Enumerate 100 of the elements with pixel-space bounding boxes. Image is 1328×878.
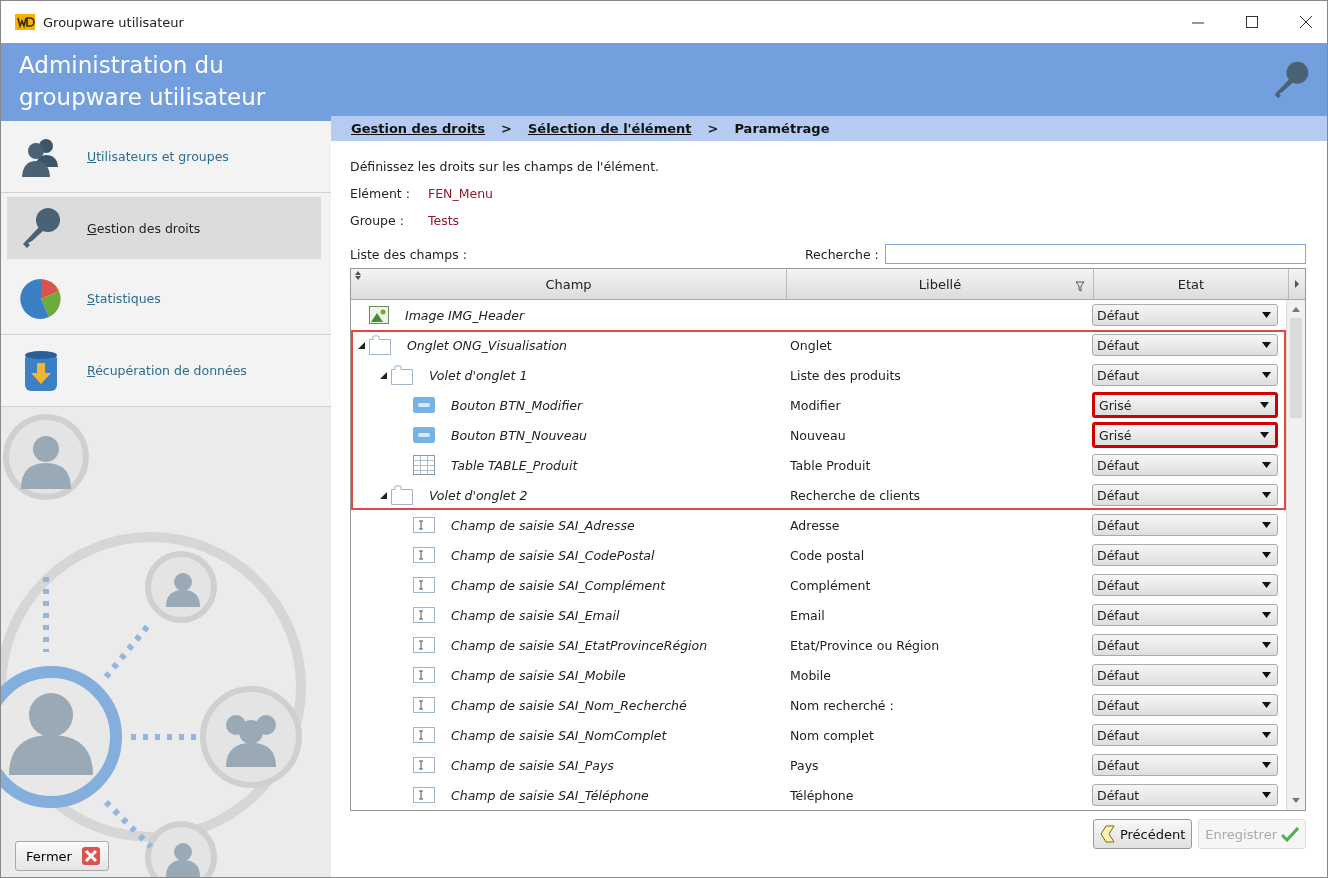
text-field-icon: [413, 637, 435, 653]
column-header[interactable]: Champ: [351, 269, 787, 299]
state-dropdown[interactable]: Défaut: [1092, 484, 1278, 506]
field-caption: Nouveau: [790, 427, 846, 443]
field-name: Bouton BTN_Nouveau: [451, 427, 587, 443]
checkmark-icon: [1281, 826, 1299, 842]
field-name: Champ de saisie SAI_Email: [451, 607, 620, 623]
caret-icon: [1262, 762, 1271, 768]
state-dropdown[interactable]: Défaut: [1092, 454, 1278, 476]
breadcrumb-link[interactable]: Gestion des droits: [351, 121, 486, 136]
text-field-icon: [413, 577, 435, 593]
field-name: Champ de saisie SAI_EtatProvinceRégion: [451, 637, 708, 653]
field-caption: Onglet: [790, 337, 832, 353]
expand-toggle-icon[interactable]: [357, 340, 366, 350]
field-caption: Mobile: [790, 667, 831, 683]
vertical-scrollbar[interactable]: [1286, 300, 1305, 810]
field-caption: Téléphone: [790, 787, 854, 803]
state-dropdown[interactable]: Défaut: [1092, 724, 1278, 746]
field-name: Table TABLE_Produit: [451, 457, 578, 473]
previous-button[interactable]: Précédent: [1092, 819, 1193, 849]
caret-icon: [1262, 312, 1271, 318]
field-name: Image IMG_Header: [405, 307, 525, 323]
caret-icon: [1260, 402, 1269, 408]
field-name: Volet d'onglet 1: [429, 367, 528, 383]
field-caption: Recherche de clients: [790, 487, 921, 503]
info-label: Elément :: [350, 185, 411, 203]
back-arrow-icon: [1099, 825, 1116, 843]
state-dropdown[interactable]: Défaut: [1092, 514, 1278, 536]
caret-icon: [1262, 552, 1271, 558]
state-dropdown[interactable]: Défaut: [1092, 784, 1278, 806]
field-caption: Complément: [790, 577, 871, 593]
info-value: Tests: [428, 212, 460, 230]
pie-chart-icon: [19, 276, 63, 321]
caret-icon: [1262, 462, 1271, 468]
field-caption: Etat/Province ou Région: [790, 637, 940, 653]
field-caption: Code postal: [790, 547, 865, 563]
field-caption: Liste des produits: [790, 367, 901, 383]
folder-icon: [369, 335, 391, 355]
state-dropdown[interactable]: Défaut: [1092, 604, 1278, 626]
caret-icon: [1262, 642, 1271, 648]
field-caption: Email: [790, 607, 825, 623]
state-dropdown[interactable]: Grisé: [1092, 392, 1278, 418]
breadcrumb-current: Paramétrage: [734, 121, 830, 136]
expand-toggle-icon[interactable]: [379, 370, 388, 380]
state-dropdown[interactable]: Défaut: [1092, 664, 1278, 686]
field-caption: Table Produit: [790, 457, 871, 473]
button-icon: [413, 397, 435, 413]
column-header[interactable]: Etat: [1094, 269, 1289, 299]
maximize-icon[interactable]: [1245, 15, 1259, 29]
caret-icon: [1262, 372, 1271, 378]
state-dropdown[interactable]: Défaut: [1092, 574, 1278, 596]
folder-icon: [391, 365, 413, 385]
sidebar-item[interactable]: Gestion des droits: [7, 197, 321, 259]
field-name: Champ de saisie SAI_Nom_Recherché: [451, 697, 687, 713]
field-name: Champ de saisie SAI_Pays: [451, 757, 614, 773]
table-icon: [413, 455, 435, 475]
field-name: Onglet ONG_Visualisation: [407, 337, 568, 353]
sidebar-item[interactable]: Statistiques: [1, 263, 331, 335]
list-label: Liste des champs :: [350, 246, 468, 262]
state-dropdown[interactable]: Défaut: [1092, 544, 1278, 566]
caret-icon: [1260, 432, 1269, 438]
field-caption: Nom recherché :: [790, 697, 894, 713]
text-field-icon: [413, 757, 435, 773]
instructions-text: Définissez les droits sur les champs de l'élément.: [350, 158, 661, 176]
filter-icon[interactable]: [1075, 281, 1085, 292]
caret-icon: [1262, 732, 1271, 738]
field-name: Champ de saisie SAI_CodePostal: [451, 547, 655, 563]
search-field[interactable]: [884, 244, 1306, 264]
state-dropdown[interactable]: Défaut: [1092, 364, 1278, 386]
state-dropdown[interactable]: Défaut: [1092, 304, 1278, 326]
expand-toggle-icon[interactable]: [379, 490, 388, 500]
text-field-icon: [413, 667, 435, 683]
field-name: Champ de saisie SAI_Téléphone: [451, 787, 649, 803]
breadcrumb-separator: >: [707, 121, 719, 136]
caret-icon: [1262, 582, 1271, 588]
scroll-right-icon[interactable]: [1294, 280, 1300, 288]
scroll-down-icon[interactable]: [1292, 798, 1300, 804]
info-value: FEN_Menu: [428, 185, 493, 203]
field-caption: Modifier: [790, 397, 841, 413]
state-dropdown[interactable]: Défaut: [1092, 754, 1278, 776]
field-name: Champ de saisie SAI_Mobile: [451, 667, 626, 683]
close-icon[interactable]: [1299, 15, 1313, 29]
sidebar-item[interactable]: Utilisateurs et groupes: [1, 121, 331, 193]
column-header[interactable]: Libellé: [787, 269, 1094, 299]
caret-icon: [1262, 342, 1271, 348]
field-name: Champ de saisie SAI_Complément: [451, 577, 666, 593]
scroll-up-icon[interactable]: [1292, 306, 1300, 312]
caret-icon: [1262, 672, 1271, 678]
state-dropdown[interactable]: Grisé: [1092, 422, 1278, 448]
state-dropdown[interactable]: Défaut: [1092, 694, 1278, 716]
state-dropdown[interactable]: Défaut: [1092, 634, 1278, 656]
close-button[interactable]: Fermer: [15, 841, 109, 871]
app-title: Administration du groupware utilisateur: [19, 51, 267, 112]
breadcrumb-separator: >: [501, 121, 512, 136]
field-caption: Adresse: [790, 517, 840, 533]
breadcrumb-link[interactable]: Sélection de l'élément: [527, 121, 692, 136]
text-field-icon: [413, 607, 435, 623]
sort-icon[interactable]: [355, 271, 361, 280]
text-field-icon: [413, 727, 435, 743]
state-dropdown[interactable]: Défaut: [1092, 334, 1278, 356]
